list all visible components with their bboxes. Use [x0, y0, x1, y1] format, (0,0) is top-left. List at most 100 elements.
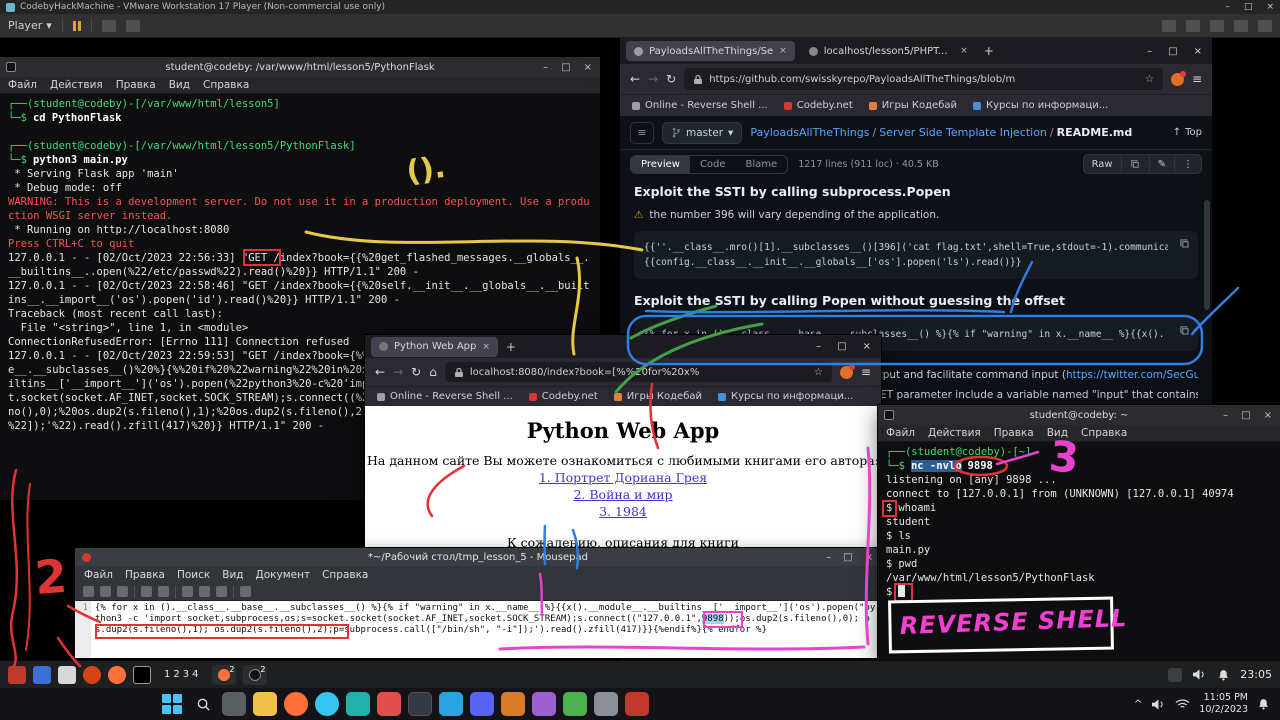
close-button[interactable]: × [865, 552, 873, 563]
menu-file[interactable]: Файл [886, 427, 915, 439]
pinned-app-icon-3[interactable] [501, 692, 525, 716]
app-menu-icon[interactable]: ≡ [1192, 72, 1202, 86]
terminal-window-button[interactable]: 2 [243, 665, 267, 685]
menu-help[interactable]: Справка [1081, 427, 1127, 439]
menu-help[interactable]: Справка [322, 569, 368, 581]
breadcrumb-folder-link[interactable]: Server Side Template Injection [879, 126, 1047, 139]
twitter-link[interactable]: https://twitter.com/SecGus [1066, 369, 1198, 381]
window-minimize-button[interactable]: – [816, 341, 821, 352]
new-file-icon[interactable] [83, 586, 94, 597]
back-to-top-link[interactable]: ↑Top [1173, 127, 1202, 138]
minimize-button[interactable]: – [543, 62, 548, 73]
task-view-icon[interactable] [222, 692, 246, 716]
branch-selector-button[interactable]: master ▾ [662, 122, 742, 144]
maximize-button[interactable]: □ [1241, 410, 1250, 421]
workspace-switcher[interactable]: 1 2 3 4 [164, 669, 199, 680]
bookmark-codeby[interactable]: Codeby.net [529, 391, 598, 402]
cut-icon[interactable] [182, 586, 193, 597]
menu-file[interactable]: Файл [84, 569, 113, 581]
bookmark-codeby[interactable]: Codeby.net [784, 100, 853, 111]
book-link-3[interactable]: 3. 1984 [365, 504, 881, 519]
nc-terminal-output[interactable]: ┌──(student@codeby)-[~] └─$nc -nvlp9898 … [878, 442, 1280, 660]
usb-device-icon[interactable] [1186, 20, 1200, 32]
vmware-close-button[interactable]: × [1266, 2, 1274, 12]
network-adapter-icon[interactable] [1162, 20, 1176, 32]
copy-file-button[interactable] [1122, 154, 1150, 174]
menu-view[interactable]: Вид [169, 79, 190, 91]
network-icon[interactable] [1175, 698, 1190, 710]
grab-input-button[interactable] [126, 20, 140, 32]
tray-icon[interactable] [1168, 668, 1182, 682]
tab-close-icon[interactable]: × [779, 46, 787, 56]
firefox-icon[interactable] [284, 692, 308, 716]
bookmark-games[interactable]: Игры Кодебай [614, 391, 702, 402]
workspace-4[interactable]: 4 [192, 669, 198, 680]
vmware-titlebar[interactable]: CodebyHackMachine - VMware Workstation 1… [0, 0, 1280, 14]
undo-icon[interactable] [141, 586, 152, 597]
find-icon[interactable] [240, 586, 251, 597]
vm-browser-icon[interactable] [83, 666, 101, 684]
menu-edit[interactable]: Правка [125, 569, 165, 581]
menu-view[interactable]: Вид [1047, 427, 1068, 439]
bookmark-courses[interactable]: Курсы по информаци... [718, 391, 853, 402]
url-bar[interactable]: localhost:8080/index?book=[%%20for%20x% … [445, 362, 832, 382]
mousepad-titlebar[interactable]: *~/Рабочий стол/tmp_lesson_5 - Mousepad … [75, 548, 881, 566]
tab-payloadsallthethings[interactable]: PayloadsAllTheThings/Se × [626, 41, 795, 61]
extension-icon[interactable] [840, 366, 853, 379]
menu-view[interactable]: Вид [222, 569, 243, 581]
window-minimize-button[interactable]: – [1147, 46, 1152, 57]
vm-firefox-icon[interactable] [108, 666, 126, 684]
fullscreen-icon[interactable] [1258, 20, 1272, 32]
notifications-bell-icon[interactable] [1257, 697, 1270, 711]
home-button[interactable]: ⌂ [429, 365, 437, 379]
new-tab-button[interactable]: + [984, 44, 994, 58]
pinned-app-icon-6[interactable] [594, 692, 618, 716]
search-icon[interactable] [191, 692, 215, 716]
reload-button[interactable]: ↻ [411, 365, 421, 379]
menu-edit[interactable]: Правка [994, 427, 1034, 439]
menu-actions[interactable]: Действия [928, 427, 981, 439]
vm-start-menu-icon[interactable] [8, 666, 26, 684]
virtual-printer-icon[interactable] [1234, 20, 1248, 32]
maximize-button[interactable]: □ [843, 552, 852, 563]
open-file-icon[interactable] [100, 586, 111, 597]
volume-icon[interactable] [1192, 668, 1207, 681]
vmware-minimize-button[interactable]: – [1225, 2, 1230, 12]
nc-terminal-titlebar[interactable]: student@codeby: ~ – □ × [878, 405, 1280, 425]
tab-blame[interactable]: Blame [736, 156, 788, 173]
workspace-2[interactable]: 2 [173, 669, 179, 680]
pinned-app-icon-7[interactable] [625, 692, 649, 716]
sound-device-icon[interactable] [1210, 20, 1224, 32]
terminal-icon[interactable] [408, 692, 432, 716]
vm-clock[interactable]: 23:05 [1240, 668, 1272, 681]
extension-icon[interactable] [1171, 73, 1184, 86]
maximize-button[interactable]: □ [561, 62, 570, 73]
tab-close-icon[interactable]: × [482, 342, 490, 352]
tray-expand-icon[interactable]: ^ [1134, 699, 1142, 710]
new-tab-button[interactable]: + [506, 340, 516, 354]
vm-text-editor-icon[interactable] [58, 666, 76, 684]
menu-file[interactable]: Файл [8, 79, 37, 91]
edit-file-button[interactable]: ✎ [1150, 154, 1175, 174]
close-button[interactable]: × [1264, 410, 1272, 421]
pinned-app-icon-1[interactable] [346, 692, 370, 716]
heading-subprocess-popen[interactable]: Exploit the SSTI by calling subprocess.P… [634, 184, 1198, 199]
redo-icon[interactable] [158, 586, 169, 597]
firefox-window-button[interactable]: 2 [212, 665, 236, 685]
pinned-app-icon-5[interactable] [563, 692, 587, 716]
bookmark-courses[interactable]: Курсы по информаци... [973, 100, 1108, 111]
tab-python-web-app[interactable]: Python Web App × [371, 337, 498, 357]
send-ctrl-alt-del-button[interactable] [102, 20, 116, 32]
menu-document[interactable]: Документ [256, 569, 311, 581]
minimize-button[interactable]: – [1223, 410, 1228, 421]
file-explorer-icon[interactable] [253, 692, 277, 716]
menu-edit[interactable]: Правка [116, 79, 156, 91]
book-link-1[interactable]: 1. Портрет Дориана Грея [365, 470, 881, 485]
minimize-button[interactable]: – [826, 552, 831, 563]
pinned-app-icon-4[interactable] [532, 692, 556, 716]
vscode-icon[interactable] [439, 692, 463, 716]
forward-button[interactable]: → [648, 72, 658, 86]
window-close-button[interactable]: × [1194, 46, 1202, 57]
reload-button[interactable]: ↻ [666, 72, 676, 86]
host-clock[interactable]: 11:05 PM 10/2/2023 [1199, 692, 1248, 717]
